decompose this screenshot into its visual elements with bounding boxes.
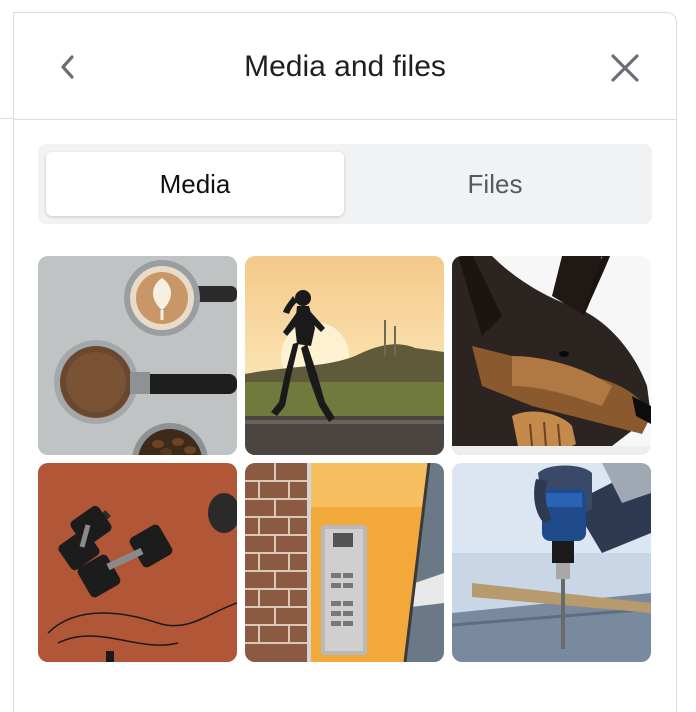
tab-files[interactable]: Files: [346, 152, 644, 216]
panel-title: Media and files: [244, 50, 446, 83]
media-thumbnail-dumbbells[interactable]: [38, 463, 237, 662]
media-grid: [38, 256, 652, 664]
left-edge: [0, 0, 13, 698]
panel-header: Media and files: [14, 13, 676, 120]
media-thumbnail-drill[interactable]: [452, 463, 651, 662]
media-thumbnail-intercom[interactable]: [245, 463, 444, 662]
media-thumbnail-runner[interactable]: [245, 256, 444, 455]
media-files-panel: Media and files Media Files: [13, 12, 677, 712]
close-button[interactable]: [608, 51, 642, 85]
media-thumbnail-dog[interactable]: [452, 256, 651, 455]
media-thumbnail-coffee[interactable]: [38, 256, 237, 455]
tab-media[interactable]: Media: [46, 152, 344, 216]
close-icon: [611, 54, 639, 82]
divider: [0, 118, 13, 119]
tab-switcher: Media Files: [38, 144, 652, 224]
